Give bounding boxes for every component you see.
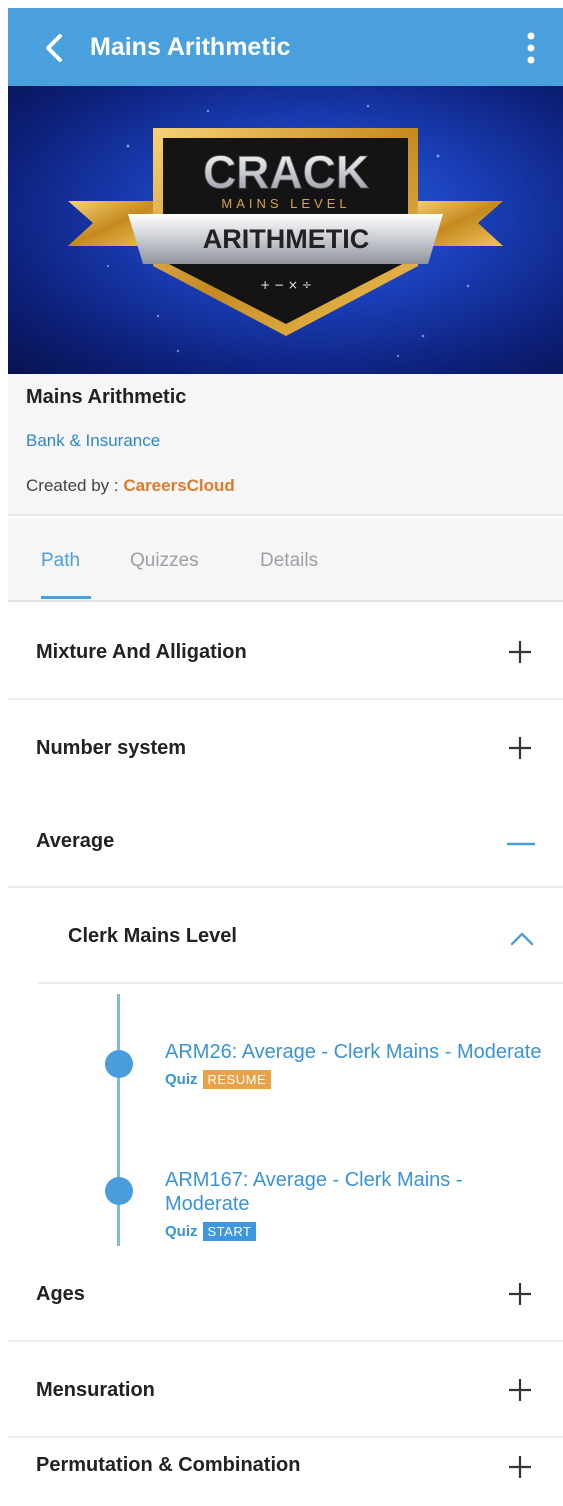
plus-icon[interactable] bbox=[505, 1452, 535, 1482]
created-by-label: Created by : bbox=[26, 476, 124, 495]
app-bar: Mains Arithmetic bbox=[8, 8, 563, 86]
quiz-title: ARM26: Average - Clerk Mains - Moderate bbox=[165, 1041, 542, 1063]
subsection-clerk-mains-level[interactable]: Clerk Mains Level bbox=[38, 888, 563, 984]
topic-label: Average bbox=[36, 830, 115, 852]
tab-path[interactable]: Path bbox=[41, 550, 80, 572]
topic-row-ages[interactable]: Ages bbox=[8, 1246, 563, 1342]
created-by: Created by : CareersCloud bbox=[26, 476, 235, 496]
topic-row-number-system[interactable]: Number system bbox=[8, 700, 563, 796]
tab-bar: Path Quizzes Details bbox=[8, 518, 563, 602]
quiz-item[interactable]: ARM26: Average - Clerk Mains - Moderate … bbox=[165, 1040, 550, 1089]
quiz-type: Quiz bbox=[165, 1071, 198, 1088]
plus-icon[interactable] bbox=[505, 1375, 535, 1405]
tab-quizzes[interactable]: Quizzes bbox=[130, 550, 199, 572]
timeline-dot bbox=[105, 1050, 133, 1078]
course-banner: CRACK MAINS LEVEL ARITHMETIC + − × ÷ bbox=[8, 86, 563, 374]
tab-details[interactable]: Details bbox=[260, 550, 318, 572]
quiz-title: ARM167: Average - Clerk Mains - Moderate bbox=[165, 1169, 463, 1215]
course-info: Mains Arithmetic Bank & Insurance Create… bbox=[8, 374, 563, 516]
banner-symbols: + − × ÷ bbox=[260, 278, 312, 292]
timeline-line bbox=[117, 994, 120, 1250]
course-category-link[interactable]: Bank & Insurance bbox=[26, 431, 160, 451]
author-link[interactable]: CareersCloud bbox=[123, 476, 234, 495]
more-vertical-icon[interactable] bbox=[521, 28, 541, 68]
resume-badge[interactable]: RESUME bbox=[202, 1070, 272, 1089]
quiz-meta: Quiz RESUME bbox=[165, 1070, 550, 1089]
start-badge[interactable]: START bbox=[202, 1222, 257, 1241]
topic-label: Mixture And Alligation bbox=[36, 641, 247, 663]
quiz-type: Quiz bbox=[165, 1223, 198, 1240]
timeline-dot bbox=[105, 1177, 133, 1205]
active-tab-indicator bbox=[41, 596, 91, 599]
course-title: Mains Arithmetic bbox=[26, 386, 187, 408]
topic-label: Ages bbox=[36, 1283, 85, 1305]
topic-label: Mensuration bbox=[36, 1379, 155, 1401]
topic-row-mixture-and-alligation[interactable]: Mixture And Alligation bbox=[8, 604, 563, 700]
topic-row-mensuration[interactable]: Mensuration bbox=[8, 1342, 563, 1438]
chevron-left-icon[interactable] bbox=[38, 30, 74, 66]
banner-line2: MAINS LEVEL bbox=[221, 196, 350, 211]
plus-icon[interactable] bbox=[505, 637, 535, 667]
topic-row-average[interactable]: Average bbox=[8, 794, 563, 888]
topic-row-permutation-and-combination[interactable]: Permutation & Combination bbox=[8, 1438, 563, 1506]
quiz-item[interactable]: ARM167: Average - Clerk Mains - Moderate… bbox=[165, 1168, 550, 1241]
topic-label: Number system bbox=[36, 737, 187, 759]
minus-icon[interactable] bbox=[505, 827, 535, 857]
topic-label: Permutation & Combination bbox=[36, 1454, 301, 1476]
plus-icon[interactable] bbox=[505, 1279, 535, 1309]
page-title: Mains Arithmetic bbox=[90, 33, 291, 61]
quiz-meta: Quiz START bbox=[165, 1222, 550, 1241]
subsection-label: Clerk Mains Level bbox=[68, 925, 237, 947]
plus-icon[interactable] bbox=[505, 733, 535, 763]
banner-line3: ARITHMETIC bbox=[203, 224, 369, 254]
chevron-up-icon[interactable] bbox=[509, 928, 535, 948]
banner-line1: CRACK bbox=[203, 146, 369, 198]
